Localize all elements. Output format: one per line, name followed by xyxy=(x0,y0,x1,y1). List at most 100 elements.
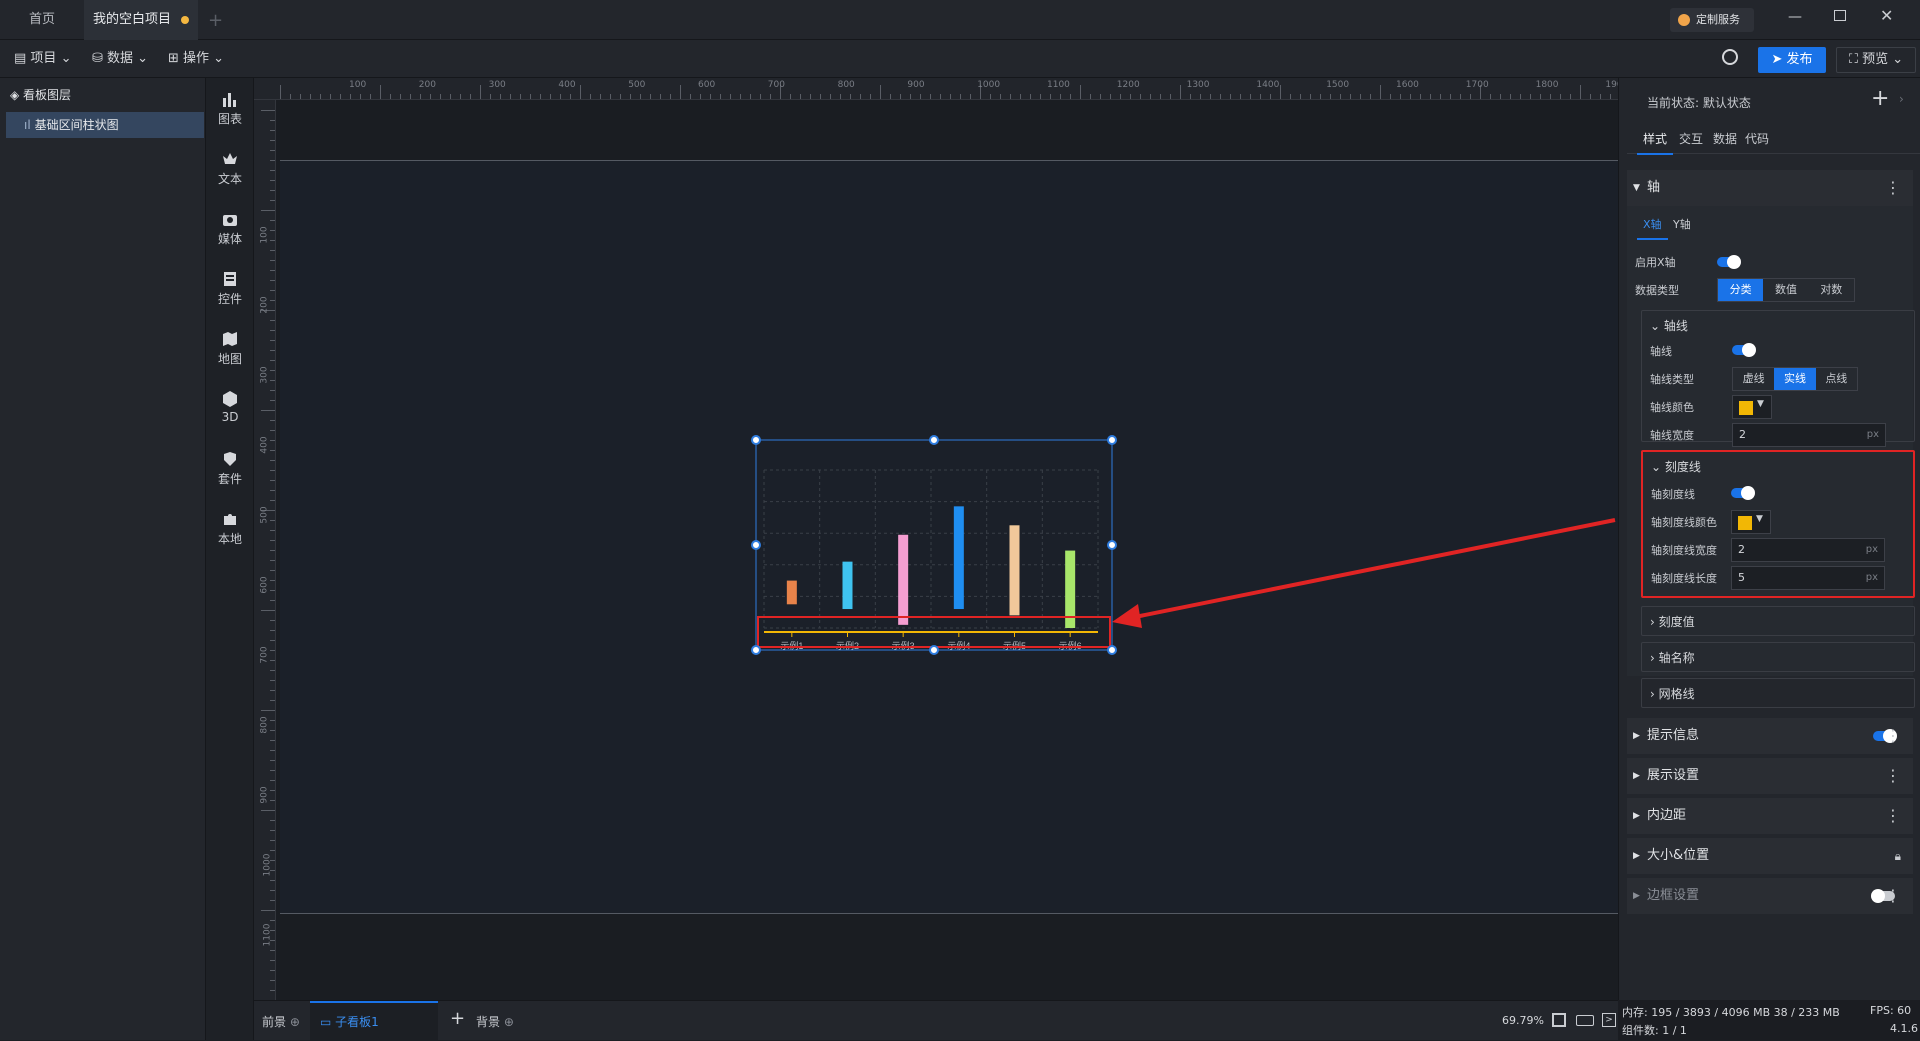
more-icon[interactable]: ⋮ xyxy=(1885,170,1901,206)
zoom-level[interactable]: 69.79% xyxy=(1502,1014,1544,1027)
iconbar-text[interactable]: 文本 xyxy=(206,144,254,200)
tick-length-input[interactable]: 5 px xyxy=(1731,566,1885,590)
ruler-tick xyxy=(1450,94,1451,99)
line-type-solid[interactable]: 实线 xyxy=(1774,368,1816,390)
ruler-tick xyxy=(800,94,801,99)
tick-color-picker[interactable]: ▼ xyxy=(1731,510,1771,534)
add-background-icon[interactable]: ⊕ xyxy=(504,1015,514,1029)
ruler-tick xyxy=(490,94,491,99)
data-type-value[interactable]: 数值 xyxy=(1763,279,1808,301)
bar-chart-widget[interactable]: 示例1 示例2 示例3 示例4 示例5 示例6 xyxy=(740,430,1120,660)
ruler-tick xyxy=(520,94,521,99)
tab-data[interactable]: 数据 xyxy=(1713,130,1737,147)
terminal-icon[interactable]: > xyxy=(1602,1013,1616,1027)
tab-x-axis[interactable]: X轴 xyxy=(1637,214,1668,240)
tab-interaction[interactable]: 交互 xyxy=(1679,130,1703,147)
grid-line-group[interactable]: › 网格线 xyxy=(1641,678,1915,708)
axis-line-color-picker[interactable]: ▼ xyxy=(1732,395,1772,419)
chevron-right-icon[interactable]: › xyxy=(1899,92,1904,106)
background-tab[interactable]: 背景 ⊕ xyxy=(476,1013,514,1030)
axis-line-toggle[interactable] xyxy=(1732,343,1756,357)
menu-operate[interactable]: ⊞ 操作 ⌄ xyxy=(168,48,224,70)
ruler-tick xyxy=(370,94,371,99)
tab-style[interactable]: 样式 xyxy=(1637,130,1674,155)
iconbar-widget[interactable]: 控件 xyxy=(206,264,254,320)
ruler-tick xyxy=(270,590,275,591)
ruler-tick xyxy=(1500,94,1501,99)
enable-x-toggle[interactable] xyxy=(1717,255,1741,269)
more-icon[interactable]: ⋮ xyxy=(1885,718,1901,754)
minimize-icon[interactable]: — xyxy=(1788,9,1802,25)
add-state-icon[interactable]: + xyxy=(1871,86,1889,111)
section-padding[interactable]: ▶ 内边距 ⋮ xyxy=(1627,798,1913,834)
data-type-category[interactable]: 分类 xyxy=(1718,279,1764,301)
line-type-dashed[interactable]: 虚线 xyxy=(1733,368,1774,390)
layer-item[interactable]: ıl 基础区间柱状图 xyxy=(6,112,204,138)
ruler-tick xyxy=(450,94,451,99)
close-icon[interactable]: ✕ xyxy=(1880,6,1893,25)
tick-line-group-title[interactable]: ⌄ 刻度线 xyxy=(1651,452,1701,482)
ruler-tick xyxy=(261,610,275,611)
line-type-dotted[interactable]: 点线 xyxy=(1816,368,1857,390)
ruler-tick xyxy=(1290,94,1291,99)
ruler-tick xyxy=(1550,94,1551,99)
ruler-tick xyxy=(270,890,275,891)
axis-name-group[interactable]: › 轴名称 xyxy=(1641,642,1915,672)
ruler-tick xyxy=(270,350,275,351)
section-display[interactable]: ▶ 展示设置 ⋮ xyxy=(1627,758,1913,794)
axis-line-width-input[interactable]: 2 px xyxy=(1732,423,1886,447)
more-icon[interactable]: ⋮ xyxy=(1885,758,1901,794)
fit-screen-icon[interactable] xyxy=(1552,1013,1566,1027)
ruler-tick xyxy=(270,640,275,641)
more-icon[interactable]: ⋮ xyxy=(1885,798,1901,834)
section-tooltip[interactable]: ▶ 提示信息 ⋮ xyxy=(1627,718,1913,754)
annotation-arrow xyxy=(1112,518,1616,628)
tick-value-group[interactable]: › 刻度值 xyxy=(1641,606,1915,636)
ruler-tick xyxy=(530,94,531,99)
ruler-label: 1000 xyxy=(977,80,1001,90)
ruler-tick xyxy=(730,94,731,99)
tab-project[interactable]: 我的空白项目 xyxy=(84,0,198,40)
ruler-tick xyxy=(270,360,275,361)
ruler-tick xyxy=(270,370,275,371)
add-foreground-icon[interactable]: ⊕ xyxy=(290,1015,300,1029)
section-border[interactable]: ▶ 边框设置 ⋮ xyxy=(1627,878,1913,914)
axis-line-group-title[interactable]: ⌄ 轴线 xyxy=(1650,311,1688,341)
lock-icon[interactable]: 🔒︎ xyxy=(1895,838,1901,874)
custom-service-button[interactable]: 定制服务 xyxy=(1670,8,1754,32)
add-subboard-icon[interactable]: + xyxy=(450,1008,465,1029)
tab-y-axis[interactable]: Y轴 xyxy=(1673,216,1691,232)
restore-icon[interactable] xyxy=(1834,10,1846,21)
axis-line-label: 轴线 xyxy=(1650,345,1672,358)
tick-line-toggle[interactable] xyxy=(1731,486,1755,500)
iconbar-local[interactable]: 本地 xyxy=(206,504,254,560)
section-axis[interactable]: ▼ 轴 ⋮ xyxy=(1627,170,1913,206)
iconbar-kit[interactable]: 套件 xyxy=(206,444,254,500)
keyboard-icon[interactable] xyxy=(1576,1015,1594,1026)
add-tab-icon[interactable]: + xyxy=(208,10,223,31)
preview-button[interactable]: ⛶ 预览 ⌄ xyxy=(1836,47,1916,73)
menu-project[interactable]: ▤ 项目 ⌄ xyxy=(14,48,71,70)
ruler-left: 100 200 300 400 500 600 700 800 900 1000 1100 xyxy=(254,100,276,1001)
section-size-label: 大小&位置 xyxy=(1647,848,1710,863)
axis-line-group: ⌄ 轴线 轴线 轴线类型 虚线 实线 点线 轴线颜色 ▼ 轴线宽度 2 px xyxy=(1641,310,1915,447)
iconbar-3d[interactable]: 3D xyxy=(206,384,254,440)
iconbar-media[interactable]: 媒体 xyxy=(206,204,254,260)
search-icon[interactable] xyxy=(1722,49,1738,65)
iconbar-chart[interactable]: 图表 xyxy=(206,84,254,140)
data-type-log[interactable]: 对数 xyxy=(1809,279,1854,301)
ruler-tick xyxy=(620,94,621,99)
more-icon[interactable]: ⋮ xyxy=(1885,878,1901,914)
text-icon xyxy=(223,153,237,164)
foreground-tab[interactable]: 前景 ⊕ xyxy=(262,1013,300,1030)
publish-button[interactable]: ➤ 发布 xyxy=(1758,47,1826,73)
ruler-tick xyxy=(950,94,951,99)
subboard-tab[interactable]: ▭ 子看板1 xyxy=(310,1001,438,1041)
tick-width-input[interactable]: 2 px xyxy=(1731,538,1885,562)
ruler-tick xyxy=(270,750,275,751)
tab-home[interactable]: 首页 xyxy=(0,0,84,40)
tab-code[interactable]: 代码 xyxy=(1745,130,1769,147)
iconbar-map[interactable]: 地图 xyxy=(206,324,254,380)
menu-data[interactable]: ⛁ 数据 ⌄ xyxy=(92,48,148,70)
section-size-position[interactable]: ▶ 大小&位置 🔒︎ xyxy=(1627,838,1913,874)
